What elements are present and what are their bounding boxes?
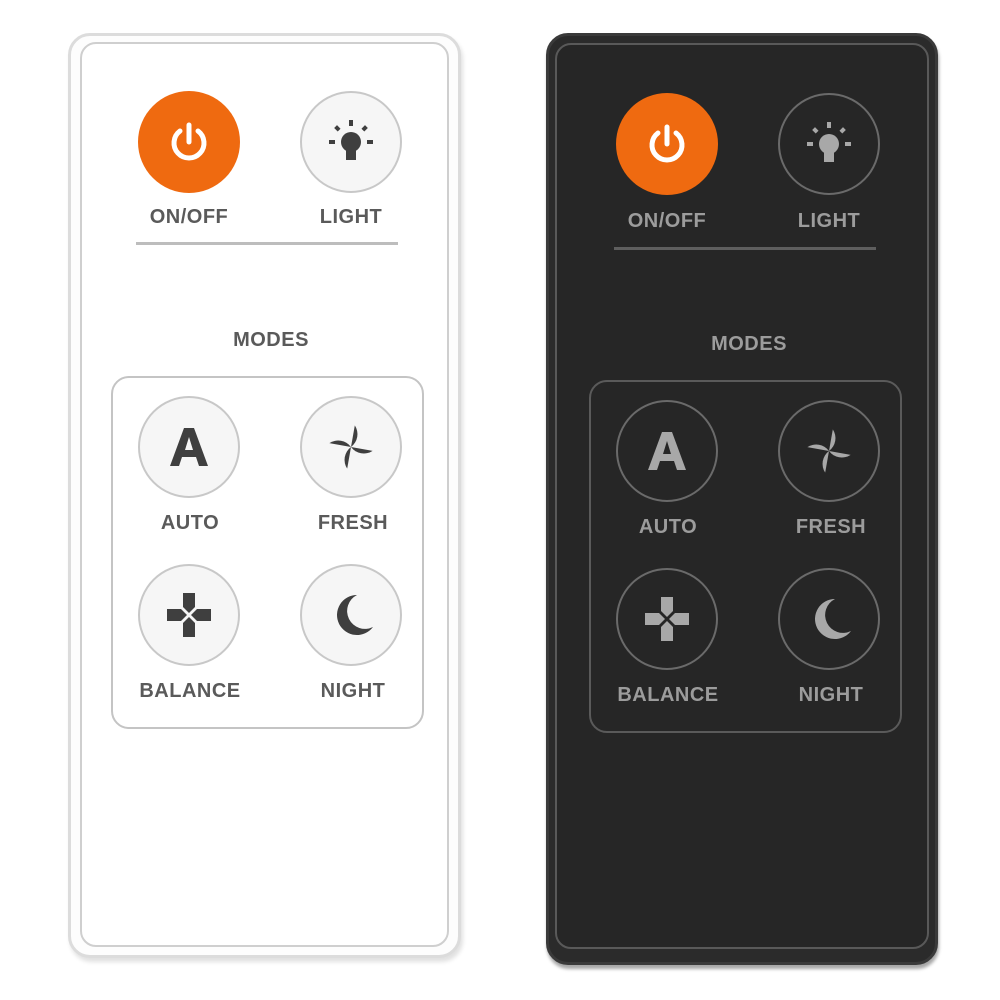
modes-title: MODES: [711, 333, 787, 355]
letter-a-icon: [170, 428, 208, 466]
light-button[interactable]: [300, 91, 402, 193]
modes-panel: AUTO FRESH BALANCE NIGHT: [111, 376, 424, 729]
balance-mode-label: BALANCE: [617, 684, 719, 706]
balance-cross-icon: [645, 597, 689, 641]
auto-mode-label: AUTO: [160, 512, 220, 534]
fan-icon: [807, 429, 851, 473]
night-mode-label: NIGHT: [798, 684, 864, 706]
lightbulb-icon: [329, 120, 373, 160]
letter-a-icon: [648, 432, 686, 470]
moon-icon: [815, 599, 851, 639]
power-icon: [171, 122, 207, 161]
night-mode-button[interactable]: [300, 564, 402, 666]
power-button[interactable]: [138, 91, 240, 193]
moon-icon: [337, 595, 373, 635]
power-label: ON/OFF: [627, 210, 707, 232]
power-button[interactable]: [616, 93, 718, 195]
divider: [614, 247, 876, 250]
balance-mode-label: BALANCE: [139, 680, 241, 702]
night-mode-label: NIGHT: [320, 680, 386, 702]
power-label: ON/OFF: [149, 206, 229, 228]
divider: [136, 242, 398, 245]
fresh-mode-button[interactable]: [300, 396, 402, 498]
light-label: LIGHT: [319, 206, 383, 228]
modes-panel: AUTO FRESH BALANCE NIGHT: [589, 380, 902, 733]
balance-mode-button[interactable]: [138, 564, 240, 666]
fan-icon: [329, 425, 373, 469]
lightbulb-icon: [807, 122, 851, 162]
auto-mode-button[interactable]: [616, 400, 718, 502]
auto-mode-label: AUTO: [638, 516, 698, 538]
fresh-mode-label: FRESH: [317, 512, 389, 534]
auto-mode-button[interactable]: [138, 396, 240, 498]
remote-dark: ON/OFF LIGHT MODES AUTO FRESH BALANCE NI…: [546, 33, 938, 965]
night-mode-button[interactable]: [778, 568, 880, 670]
light-button[interactable]: [778, 93, 880, 195]
light-label: LIGHT: [797, 210, 861, 232]
power-icon: [649, 124, 685, 163]
balance-cross-icon: [167, 593, 211, 637]
fresh-mode-button[interactable]: [778, 400, 880, 502]
fresh-mode-label: FRESH: [795, 516, 867, 538]
balance-mode-button[interactable]: [616, 568, 718, 670]
modes-title: MODES: [233, 329, 309, 351]
remote-light: ON/OFF LIGHT MODES AUTO FRESH BALANCE NI…: [68, 33, 461, 958]
